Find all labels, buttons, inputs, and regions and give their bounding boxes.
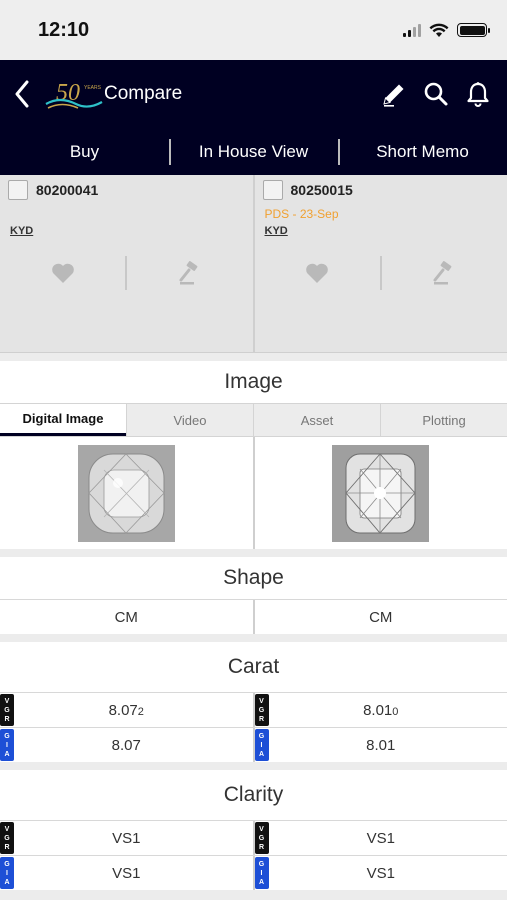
battery-icon: [457, 23, 490, 37]
segment-buy[interactable]: Buy: [0, 142, 169, 162]
gia-badge: GIA: [0, 729, 14, 761]
section-title-clarity: Clarity: [0, 770, 507, 820]
stone-id: 80250015: [290, 182, 353, 198]
carat-value: 8.072: [108, 701, 144, 719]
section-title-carat: Carat: [0, 642, 507, 692]
vgr-badge: VGR: [254, 694, 269, 726]
clarity-value: VS1: [112, 864, 141, 882]
action-segment-bar: Buy In House View Short Memo: [0, 128, 507, 175]
shape-row: CM CM: [0, 599, 507, 634]
notifications-button[interactable]: [463, 79, 493, 109]
diamond-images: [0, 437, 507, 549]
tab-video[interactable]: Video: [126, 404, 253, 436]
select-checkbox[interactable]: [8, 180, 28, 200]
segment-short-memo[interactable]: Short Memo: [338, 138, 507, 165]
tab-plotting[interactable]: Plotting: [380, 404, 507, 436]
clarity-vgr-row: VGR VS1 VGR VS1: [0, 820, 507, 855]
bell-icon: [467, 82, 489, 107]
shape-value: CM: [114, 608, 138, 626]
diamond-image[interactable]: [77, 444, 175, 542]
status-bar: 12:10: [0, 0, 507, 60]
carat-value: 8.07: [111, 736, 141, 754]
cushion-diamond-icon: [332, 444, 430, 542]
search-button[interactable]: [421, 79, 451, 109]
segment-in-house-view[interactable]: In House View: [169, 138, 338, 165]
kyd-link[interactable]: KYD: [10, 225, 245, 237]
heart-icon: [306, 263, 328, 283]
clarity-value: VS1: [366, 829, 395, 847]
gavel-icon: [433, 261, 452, 285]
cellular-signal-icon: [403, 23, 421, 37]
cushion-diamond-icon: [77, 444, 175, 542]
carat-value: 8.010: [363, 701, 399, 719]
wifi-icon: [429, 23, 449, 37]
brand-logo-icon: 50 YEARS: [45, 80, 103, 109]
pencil-icon: [383, 84, 404, 107]
section-title-image: Image: [0, 353, 507, 403]
heart-icon: [51, 263, 74, 283]
chevron-left-icon: [15, 80, 29, 108]
bid-button[interactable]: [382, 260, 507, 286]
status-icons: [403, 23, 490, 38]
stone-id: 80200041: [36, 182, 99, 198]
shape-value: CM: [252, 600, 507, 634]
bid-button[interactable]: [127, 260, 252, 286]
select-checkbox[interactable]: [262, 180, 283, 200]
edit-button[interactable]: [379, 79, 409, 109]
carat-vgr-row: VGR 8.072 VGR 8.010: [0, 692, 507, 727]
stone-cards: 80200041 KYD 80250015 PDS - 23-Sep KYD: [0, 175, 507, 353]
stone-card: 80250015 PDS - 23-Sep KYD: [252, 175, 507, 352]
gia-badge: GIA: [254, 729, 269, 761]
nav-bar: 50 YEARS Compare: [0, 60, 507, 128]
status-time: 12:10: [38, 18, 90, 41]
page-title: Compare: [104, 83, 183, 104]
vgr-badge: VGR: [0, 694, 14, 726]
svg-text:YEARS: YEARS: [84, 85, 102, 91]
tab-asset[interactable]: Asset: [253, 404, 380, 436]
section-title-shape: Shape: [0, 549, 507, 599]
vgr-badge: VGR: [254, 822, 269, 854]
favorite-button[interactable]: [255, 261, 380, 285]
gia-badge: GIA: [254, 857, 269, 889]
clarity-gia-row: GIA VS1 GIA VS1: [0, 855, 507, 890]
stone-card: 80200041 KYD: [0, 175, 253, 352]
clarity-value: VS1: [366, 864, 395, 882]
image-tabs: Digital Image Video Asset Plotting: [0, 403, 507, 437]
favorite-button[interactable]: [0, 261, 125, 285]
pds-date: PDS - 23-Sep: [264, 207, 339, 221]
carat-gia-row: GIA 8.07 GIA 8.01: [0, 727, 507, 762]
search-icon: [424, 82, 448, 106]
back-button[interactable]: [14, 74, 40, 114]
vgr-badge: VGR: [0, 822, 14, 854]
clarity-value: VS1: [112, 829, 141, 847]
gavel-icon: [179, 261, 198, 285]
diamond-image[interactable]: [332, 444, 430, 542]
gia-badge: GIA: [0, 857, 14, 889]
kyd-link[interactable]: KYD: [265, 225, 500, 237]
tab-digital-image[interactable]: Digital Image: [0, 404, 126, 436]
carat-value: 8.01: [366, 736, 396, 754]
